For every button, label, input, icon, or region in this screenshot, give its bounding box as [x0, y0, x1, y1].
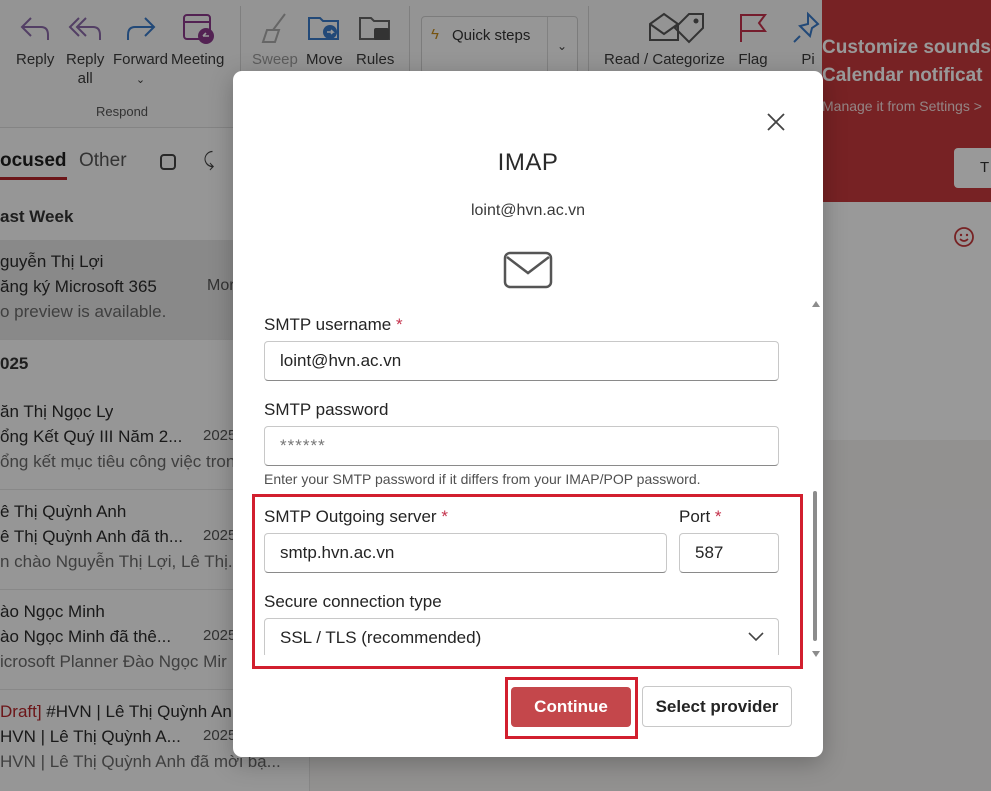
account-email: loint@hvn.ac.vn [470, 202, 586, 219]
close-icon[interactable] [765, 111, 787, 133]
envelope-icon [503, 251, 553, 289]
dialog-title: IMAP [497, 149, 559, 176]
scroll-up-arrow-icon[interactable] [812, 301, 820, 307]
highlight-box-server-settings [252, 494, 803, 669]
dialog-scrollbar[interactable] [809, 301, 821, 657]
smtp-username-input[interactable] [264, 341, 779, 381]
smtp-password-input[interactable] [264, 426, 779, 466]
required-mark: * [395, 315, 403, 334]
scrollbar-thumb[interactable] [813, 491, 817, 641]
scroll-down-arrow-icon[interactable] [812, 651, 820, 657]
smtp-username-label: SMTP username * [264, 315, 403, 334]
smtp-password-hint: Enter your SMTP password if it differs f… [264, 471, 701, 487]
select-provider-button[interactable]: Select provider [642, 686, 792, 727]
highlight-box-continue [505, 677, 638, 739]
smtp-password-label: SMTP password [264, 400, 389, 419]
